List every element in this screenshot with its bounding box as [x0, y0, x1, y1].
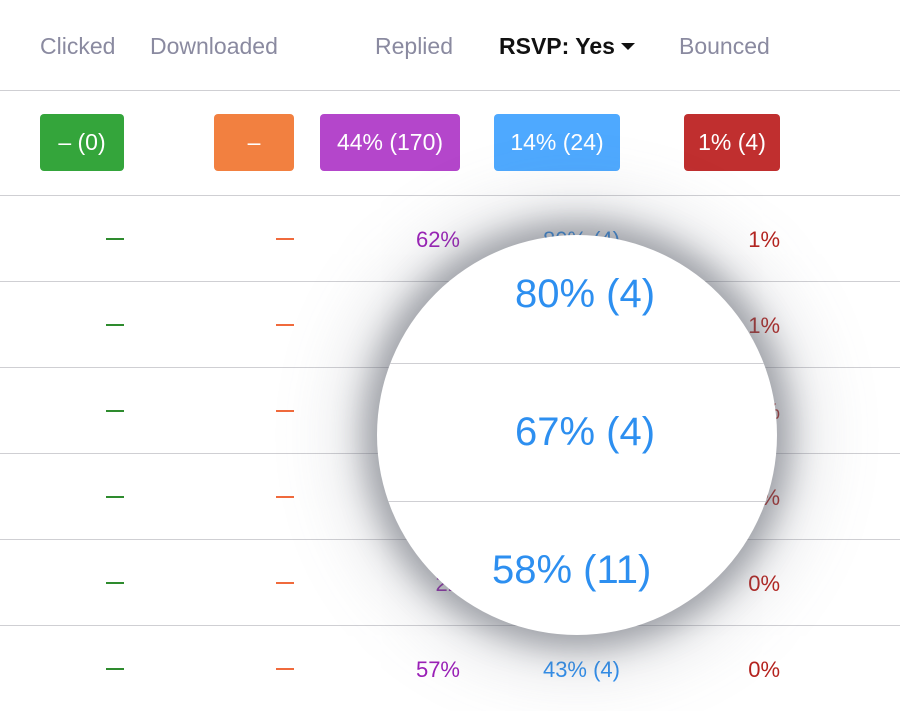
column-header-rsvp-dropdown[interactable]: RSVP: Yes	[499, 33, 635, 60]
column-header-downloaded[interactable]: Downloaded	[150, 33, 278, 60]
column-header-replied[interactable]: Replied	[375, 33, 453, 60]
rsvp-cell: 43% (4)	[542, 657, 620, 682]
downloaded-dash	[276, 496, 294, 498]
table-row[interactable]: 62%80% (4)1%	[0, 196, 900, 282]
column-header-clicked[interactable]: Clicked	[40, 33, 115, 60]
clicked-dash	[106, 238, 124, 240]
bounced-cell: 0%	[748, 571, 780, 596]
bounced-cell: 0%	[748, 657, 780, 682]
downloaded-dash	[276, 324, 294, 326]
downloaded-dash	[276, 668, 294, 670]
clicked-total-badge: – (0)	[40, 114, 124, 171]
magnified-rsvp-value: 67% (4)	[515, 410, 656, 454]
column-header-bounced[interactable]: Bounced	[679, 33, 770, 60]
rsvp-total-badge: 14% (24)	[494, 114, 620, 171]
clicked-dash	[106, 324, 124, 326]
magnified-rsvp-value: 58% (11)	[492, 548, 652, 592]
clicked-dash	[106, 496, 124, 498]
magnifier-divider	[377, 363, 777, 364]
replied-cell: 62%	[415, 227, 460, 252]
downloaded-dash	[276, 582, 294, 584]
clicked-dash	[106, 410, 124, 412]
downloaded-total-badge: –	[214, 114, 294, 171]
downloaded-dash	[276, 410, 294, 412]
magnifier-divider	[377, 501, 777, 502]
clicked-dash	[106, 668, 124, 670]
table-header: Clicked Downloaded Replied RSVP: Yes Bou…	[0, 0, 900, 91]
table-row[interactable]: 57% 43% (4) 0%	[0, 626, 900, 711]
magnified-rsvp-value: 80% (4)	[515, 272, 656, 316]
caret-down-icon	[620, 42, 635, 50]
magnifier-lens: 80% (4) 67% (4) 58% (11)	[377, 235, 777, 635]
column-header-rsvp-label: RSVP: Yes	[499, 33, 615, 59]
bounced-total-badge: 1% (4)	[684, 114, 780, 171]
bounced-cell: 1%	[748, 313, 780, 338]
totals-row: – (0) – 44% (170) 14% (24) 1% (4)	[0, 91, 900, 196]
bounced-cell: 1%	[748, 227, 780, 252]
replied-cell: 57%	[415, 657, 460, 682]
clicked-dash	[106, 582, 124, 584]
replied-total-badge: 44% (170)	[320, 114, 460, 171]
downloaded-dash	[276, 238, 294, 240]
